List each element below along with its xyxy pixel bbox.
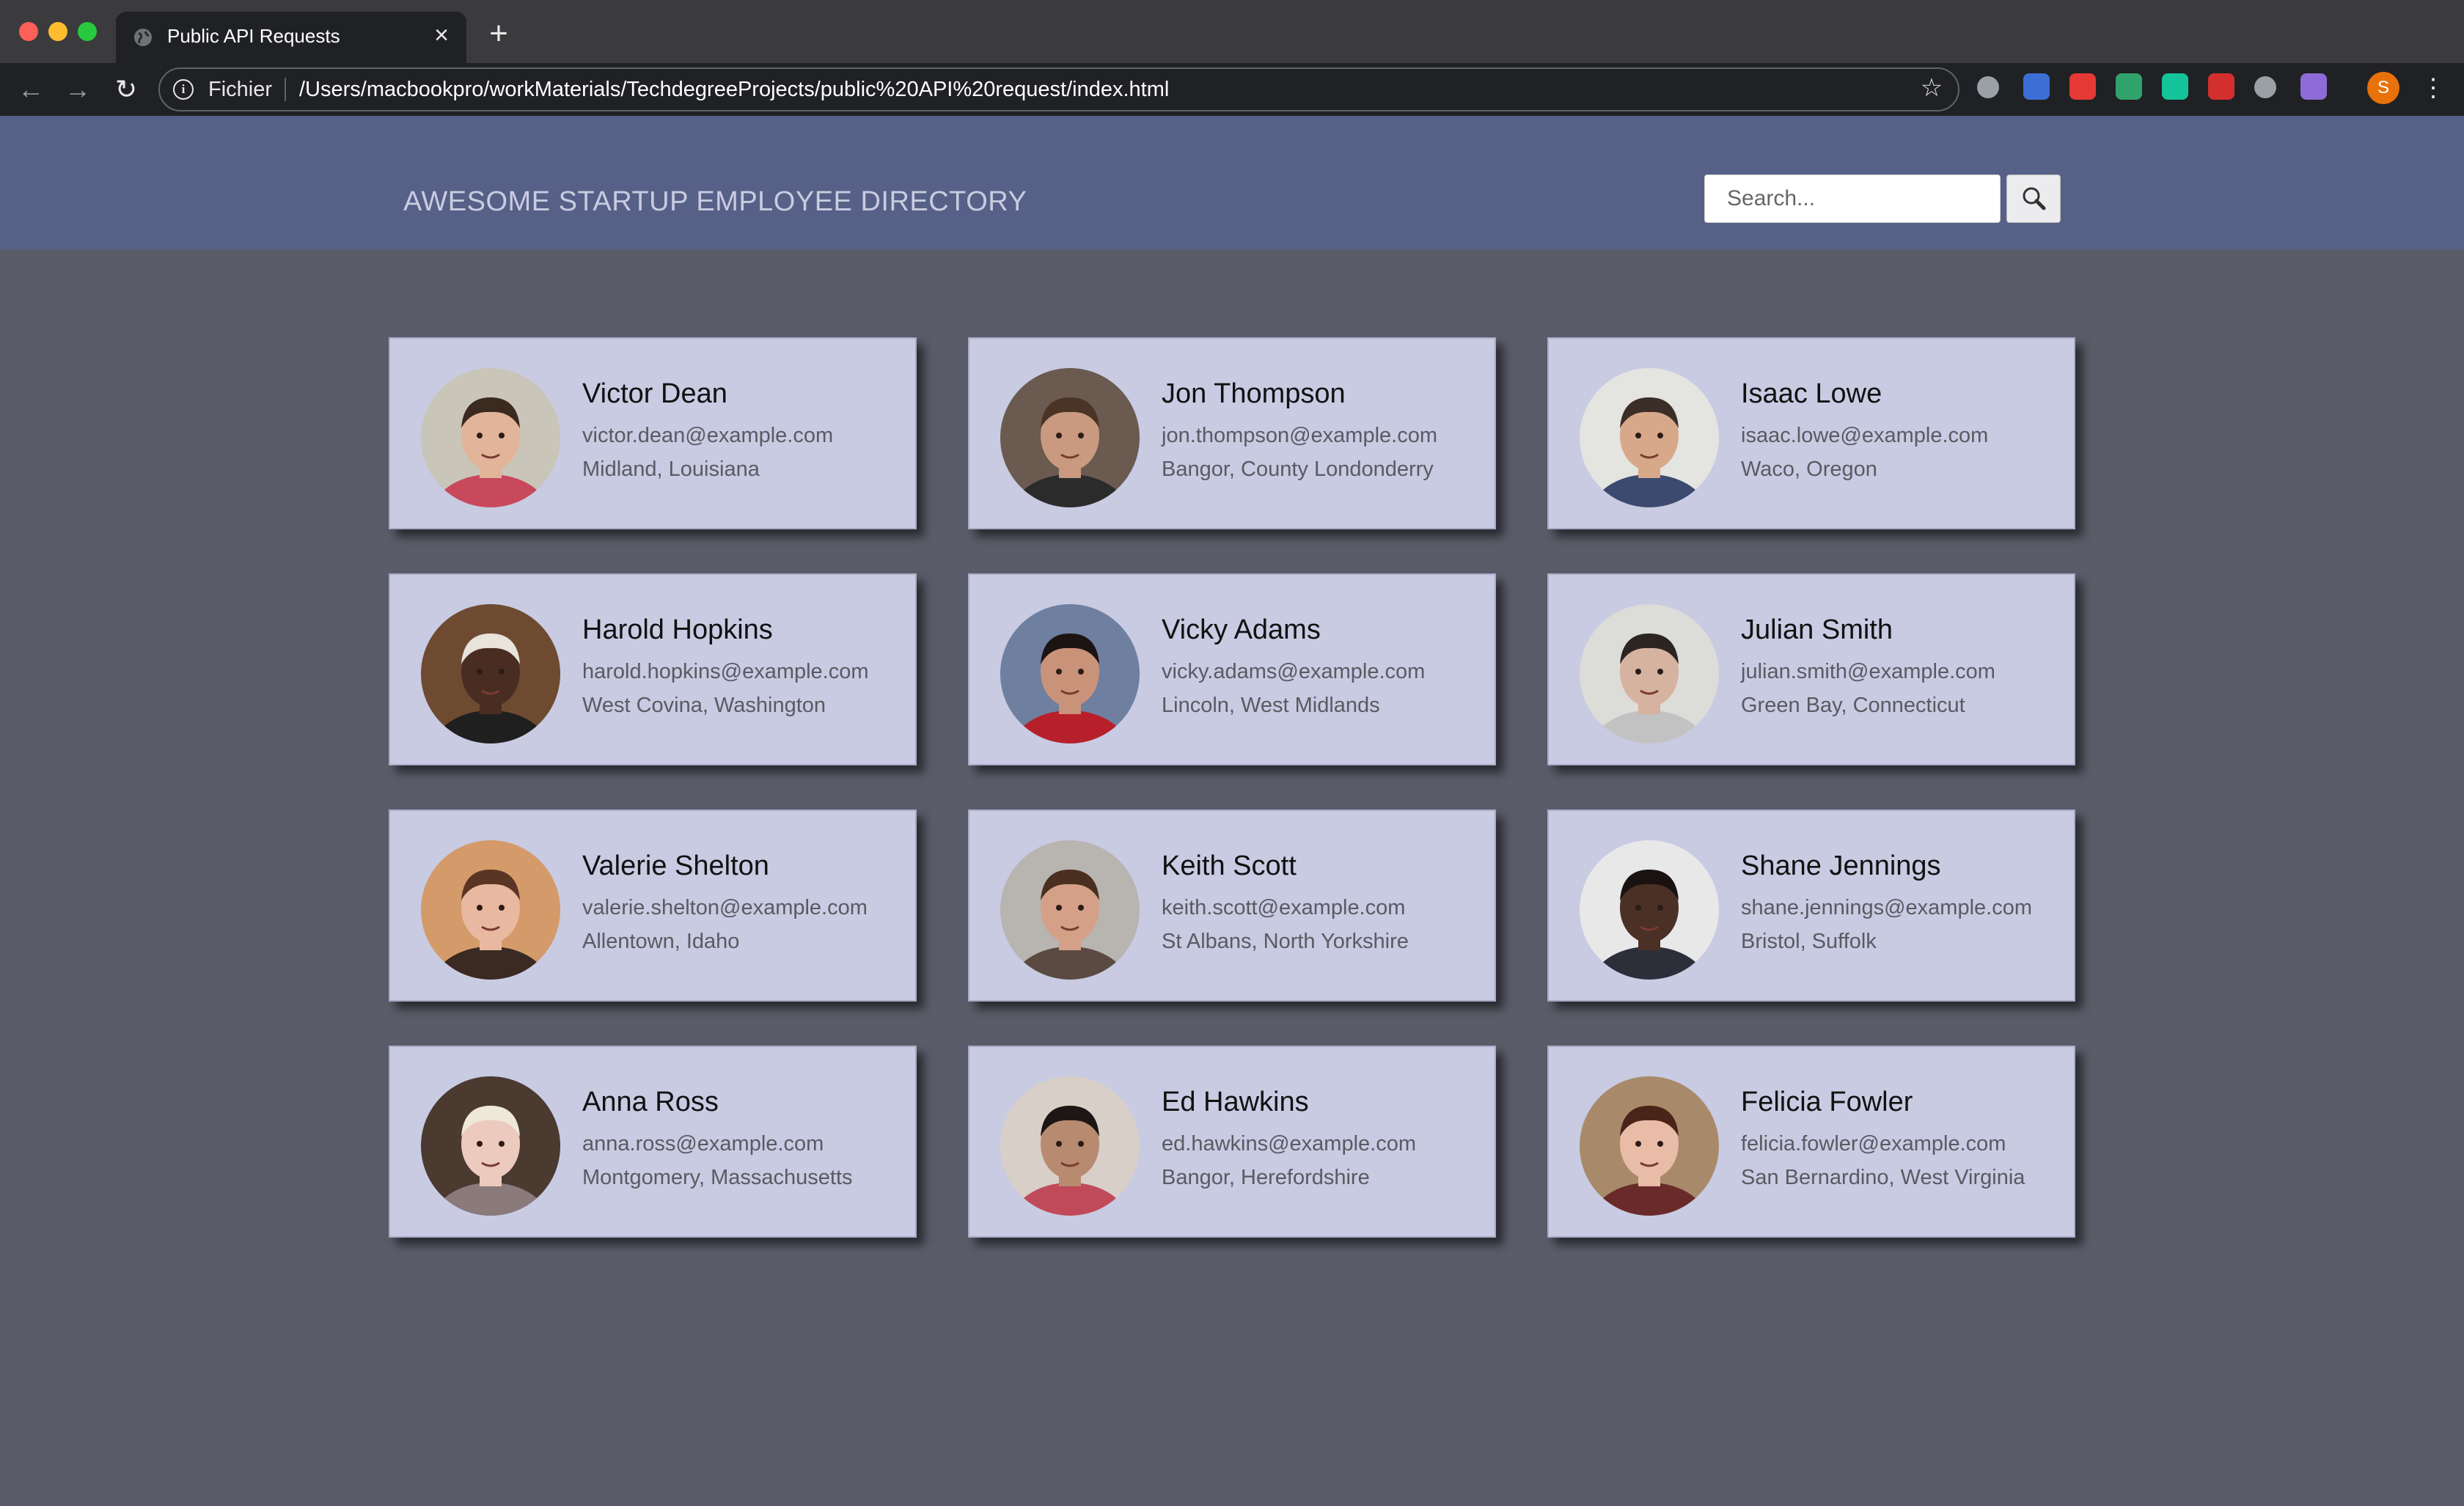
employee-name: Julian Smith <box>1741 614 1893 645</box>
employee-photo <box>1580 368 1719 507</box>
employee-email: anna.ross@example.com <box>582 1132 824 1156</box>
employee-email: isaac.lowe@example.com <box>1741 424 1989 447</box>
kebab-menu-icon[interactable]: ⋮ <box>2420 72 2446 104</box>
close-window-button[interactable] <box>19 22 38 41</box>
profile-avatar[interactable]: S <box>2367 72 2399 104</box>
employee-name: Victor Dean <box>582 378 727 409</box>
employee-email: valerie.shelton@example.com <box>582 896 868 919</box>
employee-card[interactable]: Harold Hopkins harold.hopkins@example.co… <box>389 573 917 765</box>
reload-icon[interactable]: ↻ <box>110 73 142 106</box>
search-button[interactable] <box>2006 175 2061 223</box>
new-tab-icon[interactable]: + <box>484 18 513 50</box>
employee-location: San Bernardino, West Virginia <box>1741 1166 2025 1189</box>
web-page: AWESOME STARTUP EMPLOYEE DIRECTORY Searc… <box>0 116 2464 1506</box>
employee-location: Waco, Oregon <box>1741 458 1877 481</box>
globe-icon <box>134 29 152 46</box>
employee-photo <box>1000 368 1140 507</box>
employee-name: Ed Hawkins <box>1162 1087 1309 1117</box>
employee-location: Midland, Louisiana <box>582 458 760 481</box>
employee-photo <box>421 604 560 743</box>
employee-photo <box>421 1076 560 1216</box>
employee-card[interactable]: Felicia Fowler felicia.fowler@example.co… <box>1547 1046 2075 1238</box>
image-extension-icon[interactable] <box>2116 73 2142 100</box>
employee-email: julian.smith@example.com <box>1741 660 1995 683</box>
employee-location: Allentown, Idaho <box>582 930 740 953</box>
employee-location: Lincoln, West Midlands <box>1162 694 1380 717</box>
employee-name: Harold Hopkins <box>582 614 773 645</box>
employee-card[interactable]: Shane Jennings shane.jennings@example.co… <box>1547 809 2075 1002</box>
employee-card[interactable]: Anna Ross anna.ross@example.com Montgome… <box>389 1046 917 1238</box>
employee-card[interactable]: Isaac Lowe isaac.lowe@example.com Waco, … <box>1547 337 2075 529</box>
employee-photo <box>1000 840 1140 980</box>
address-divider <box>285 78 286 101</box>
page-title: AWESOME STARTUP EMPLOYEE DIRECTORY <box>403 186 1027 217</box>
employee-location: Bangor, County Londonderry <box>1162 458 1434 481</box>
employee-photo <box>1000 1076 1140 1216</box>
close-tab-icon[interactable]: × <box>428 22 455 48</box>
employee-location: Bristol, Suffolk <box>1741 930 1877 953</box>
address-bar[interactable]: i Fichier /Users/macbookpro/workMaterial… <box>158 67 1959 111</box>
page-header: AWESOME STARTUP EMPLOYEE DIRECTORY <box>0 116 2464 249</box>
employee-location: St Albans, North Yorkshire <box>1162 930 1409 953</box>
grammarly-extension-icon[interactable] <box>2162 73 2188 100</box>
employee-location: Montgomery, Massachusetts <box>582 1166 853 1189</box>
bookmark-star-icon[interactable]: ☆ <box>1918 75 1945 101</box>
adblock-extension-icon[interactable] <box>2069 73 2096 100</box>
employee-email: victor.dean@example.com <box>582 424 834 447</box>
red-extension-icon[interactable] <box>2208 73 2234 100</box>
search-input[interactable] <box>1704 175 2001 223</box>
pinterest-extension-icon[interactable] <box>2254 76 2276 98</box>
employee-card[interactable]: Valerie Shelton valerie.shelton@example.… <box>389 809 917 1002</box>
employee-email: harold.hopkins@example.com <box>582 660 869 683</box>
minimize-window-button[interactable] <box>48 22 67 41</box>
employee-name: Valerie Shelton <box>582 851 769 881</box>
scheme-label: Fichier <box>208 78 273 101</box>
employee-email: shane.jennings@example.com <box>1741 896 2032 919</box>
employee-photo <box>1580 840 1719 980</box>
employee-name: Vicky Adams <box>1162 614 1321 645</box>
employee-email: vicky.adams@example.com <box>1162 660 1426 683</box>
employee-card[interactable]: Vicky Adams vicky.adams@example.com Linc… <box>968 573 1496 765</box>
employee-location: Green Bay, Connecticut <box>1741 694 1965 717</box>
employee-name: Anna Ross <box>582 1087 719 1117</box>
tab-bar: Public API Requests × + <box>0 0 2464 63</box>
employee-card[interactable]: Ed Hawkins ed.hawkins@example.com Bangor… <box>968 1046 1496 1238</box>
employee-card[interactable]: Keith Scott keith.scott@example.com St A… <box>968 809 1496 1002</box>
employee-name: Jon Thompson <box>1162 378 1346 409</box>
feather-extension-icon[interactable] <box>2300 73 2327 100</box>
translate-extension-icon[interactable] <box>2023 73 2050 100</box>
employee-photo <box>1000 604 1140 743</box>
employee-card[interactable]: Jon Thompson jon.thompson@example.com Ba… <box>968 337 1496 529</box>
back-arrow-icon[interactable]: ← <box>15 73 47 106</box>
url-text[interactable]: /Users/macbookpro/workMaterials/Techdegr… <box>299 78 1169 102</box>
employee-photo <box>1580 604 1719 743</box>
employee-email: jon.thompson@example.com <box>1162 424 1438 447</box>
info-icon[interactable]: i <box>173 79 194 100</box>
employee-card[interactable]: Julian Smith julian.smith@example.com Gr… <box>1547 573 2075 765</box>
employee-email: felicia.fowler@example.com <box>1741 1132 2006 1156</box>
employee-card[interactable]: Victor Dean victor.dean@example.com Midl… <box>389 337 917 529</box>
employee-name: Keith Scott <box>1162 851 1297 881</box>
employee-location: West Covina, Washington <box>582 694 826 717</box>
employee-photo <box>421 368 560 507</box>
formula-extension-icon[interactable] <box>1977 76 1999 98</box>
employee-email: keith.scott@example.com <box>1162 896 1406 919</box>
tab-title: Public API Requests <box>167 25 340 47</box>
magnifier-icon <box>2023 187 2046 210</box>
browser-window: Public API Requests × + ← → ↻ i Fichier … <box>0 0 2464 1506</box>
employee-name: Isaac Lowe <box>1741 378 1882 409</box>
browser-tab[interactable]: Public API Requests × <box>116 12 466 63</box>
employee-email: ed.hawkins@example.com <box>1162 1132 1416 1156</box>
employee-name: Felicia Fowler <box>1741 1087 1913 1117</box>
employee-photo <box>1580 1076 1719 1216</box>
employee-photo <box>421 840 560 980</box>
employee-name: Shane Jennings <box>1741 851 1941 881</box>
maximize-window-button[interactable] <box>78 22 97 41</box>
employee-location: Bangor, Herefordshire <box>1162 1166 1370 1189</box>
forward-arrow-icon[interactable]: → <box>62 73 94 106</box>
